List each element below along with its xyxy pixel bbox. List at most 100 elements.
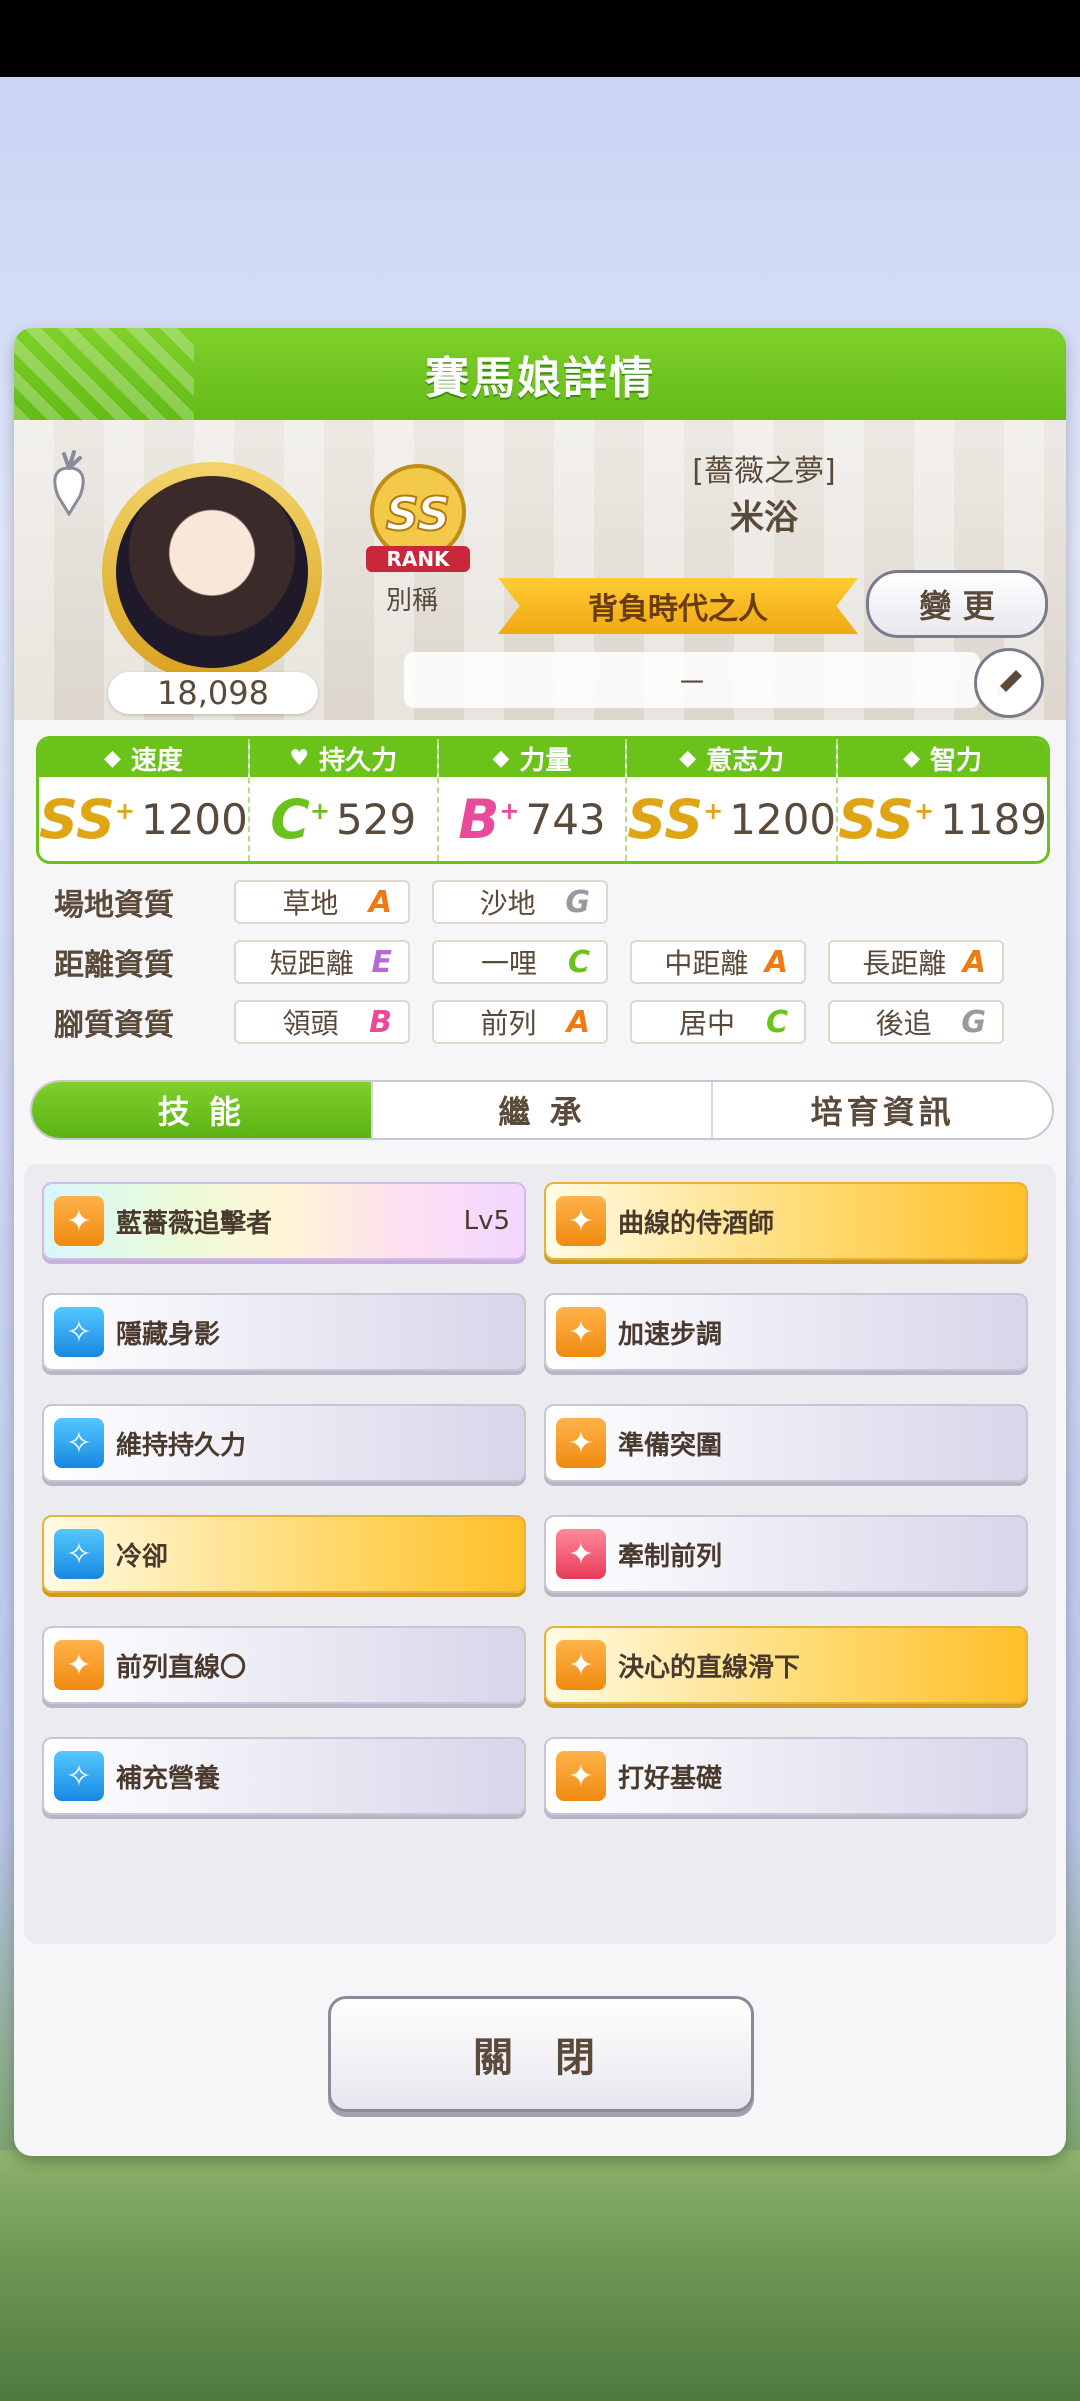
skill-card[interactable]: ✦ 打好基礎 <box>544 1737 1028 1815</box>
background-field <box>0 2150 1080 2401</box>
distance-aptitude-chip: 短距離 E <box>234 940 410 984</box>
skill-card[interactable]: ✦ 牽制前列 <box>544 1515 1028 1593</box>
tab-1[interactable]: 繼 承 <box>373 1082 714 1138</box>
aptitude-grade: B <box>369 1004 392 1040</box>
aptitude-grade: A <box>764 944 788 980</box>
track-aptitude-label: 場地資質 <box>54 888 174 923</box>
stat-body: B+ 743 <box>439 777 626 861</box>
distance-aptitude-row: 距離資質 短距離 E 一哩 C 中距離 A 長距離 A <box>54 938 1026 986</box>
aptitude-name: 前列 <box>480 1007 537 1040</box>
skill-card[interactable]: ✦ 前列直線〇 <box>42 1626 526 1704</box>
stat-grade: SS+ <box>838 787 935 851</box>
stat-grade: SS+ <box>627 787 724 851</box>
stat-body: SS+ 1200 <box>627 777 836 861</box>
dialog-title: 賽馬娘詳情 <box>425 353 655 404</box>
stat-label: 力量 <box>519 745 572 776</box>
style-aptitude-chip: 領頭 B <box>234 1000 410 1044</box>
profile-hero: 18,098 SS RANK 別稱 [薔薇之夢] 米浴 背負時代之人 變 更 － <box>14 420 1066 720</box>
stat-grade-plus: + <box>703 796 724 825</box>
skill-icon: ✦ <box>54 1640 104 1690</box>
aptitude-grade: A <box>962 944 986 980</box>
skill-card[interactable]: ✦ 加速步調 <box>544 1293 1028 1371</box>
detail-tabs: 技 能繼 承培育資訊 <box>30 1080 1054 1140</box>
stat-4: ◆ 智力 SS+ 1189 <box>838 739 1047 861</box>
close-button[interactable]: 關 閉 <box>328 1996 754 2112</box>
stat-3: ◆ 意志力 SS+ 1200 <box>627 739 839 861</box>
pencil-icon <box>998 670 1022 694</box>
umamusume-detail-dialog: 賽馬娘詳情 18,098 SS RANK 別稱 [薔薇之夢] 米浴 背負時代之人… <box>14 328 1066 2156</box>
outfit-name: [薔薇之夢] <box>692 454 836 489</box>
skill-icon: ✦ <box>556 1640 606 1690</box>
aptitude-grade: G <box>565 884 590 920</box>
stat-header: ♥ 持久力 <box>249 739 437 777</box>
skill-level: Lv5 <box>463 1206 510 1236</box>
style-aptitude-row: 腳質資質 領頭 B 前列 A 居中 C 後追 G <box>54 998 1026 1046</box>
character-name: 米浴 <box>730 498 798 538</box>
skill-card[interactable]: ✦ 準備突圍 <box>544 1404 1028 1482</box>
aptitude-grade: G <box>961 1004 986 1040</box>
stat-body: SS+ 1200 <box>39 777 248 861</box>
stat-grade-plus: + <box>499 796 520 825</box>
stat-2: ◆ 力量 B+ 743 <box>438 739 628 861</box>
skill-card[interactable]: ✧ 維持持久力 <box>42 1404 526 1482</box>
skill-name: 冷卻 <box>116 1541 169 1572</box>
aptitude-grade: A <box>368 884 392 920</box>
skill-icon: ✧ <box>54 1529 104 1579</box>
stat-grade-plus: + <box>914 796 935 825</box>
skill-icon: ✦ <box>556 1751 606 1801</box>
fan-count: 18,098 <box>108 672 318 714</box>
stat-header: ◆ 意志力 <box>627 739 837 777</box>
aptitude-name: 中距離 <box>664 947 749 980</box>
graduation-cap-icon: ◆ <box>903 745 921 771</box>
stat-label: 持久力 <box>319 745 398 776</box>
aptitude-name: 後追 <box>875 1007 932 1040</box>
stat-header: ◆ 力量 <box>438 739 626 777</box>
tab-2[interactable]: 培育資訊 <box>713 1082 1052 1138</box>
aptitude-name: 領頭 <box>282 1007 339 1040</box>
skill-name: 準備突圍 <box>618 1430 723 1461</box>
skill-icon: ✧ <box>54 1307 104 1357</box>
stat-value: 743 <box>525 794 606 844</box>
skill-name: 隱藏身影 <box>116 1319 221 1350</box>
track-aptitude-chip: 草地 A <box>234 880 410 924</box>
skill-card[interactable]: ✧ 補充營養 <box>42 1737 526 1815</box>
stats-panel: ◆ 速度 SS+ 1200 ♥ 持久力 C+ 529 ◆ 力量 B+ 743 ◆ 意志力 SS+ 1200 ◆ 智… <box>36 736 1050 864</box>
skill-icon: ✧ <box>54 1418 104 1468</box>
skill-card[interactable]: ✦ 決心的直線滑下 <box>544 1626 1028 1704</box>
carrot-icon <box>53 450 85 516</box>
aptitude-name: 長距離 <box>862 947 947 980</box>
stat-label: 速度 <box>130 745 183 776</box>
aptitude-grade: A <box>566 1004 590 1040</box>
aptitude-grade: C <box>765 1004 788 1040</box>
skill-name: 牽制前列 <box>618 1541 723 1572</box>
character-avatar[interactable] <box>102 462 322 682</box>
aptitude-grade: E <box>371 944 393 980</box>
stat-label: 意志力 <box>706 745 785 776</box>
track-aptitude-row: 場地資質 草地 A 沙地 G <box>54 878 630 926</box>
stat-body: SS+ 1189 <box>838 777 1047 861</box>
edit-comment-button[interactable] <box>974 648 1044 718</box>
skill-icon: ✧ <box>54 1751 104 1801</box>
aptitude-name: 沙地 <box>479 887 536 920</box>
skill-name: 補充營養 <box>116 1763 221 1794</box>
flame-icon: ◆ <box>679 745 697 771</box>
tab-0[interactable]: 技 能 <box>32 1082 373 1138</box>
stat-value: 1189 <box>940 794 1048 844</box>
stat-label: 智力 <box>930 745 983 776</box>
track-aptitude-chip: 沙地 G <box>432 880 608 924</box>
skill-card[interactable]: ✧ 冷卻 <box>42 1515 526 1593</box>
skill-card[interactable]: ✦ 藍薔薇追擊者 Lv5 <box>42 1182 526 1260</box>
distance-aptitude-label: 距離資質 <box>54 948 174 983</box>
stat-header: ◆ 速度 <box>39 739 248 777</box>
stat-value: 529 <box>336 794 417 844</box>
skill-icon: ✦ <box>556 1529 606 1579</box>
aptitude-name: 短距離 <box>269 947 354 980</box>
stat-1: ♥ 持久力 C+ 529 <box>249 739 439 861</box>
skill-card[interactable]: ✧ 隱藏身影 <box>42 1293 526 1371</box>
comment-field: － <box>404 652 980 708</box>
rank-badge: SS RANK <box>366 464 470 572</box>
change-title-button[interactable]: 變 更 <box>866 570 1048 638</box>
stat-grade: C+ <box>270 787 330 851</box>
dialog-header: 賽馬娘詳情 <box>14 328 1066 420</box>
skill-card[interactable]: ✦ 曲線的侍酒師 <box>544 1182 1028 1260</box>
